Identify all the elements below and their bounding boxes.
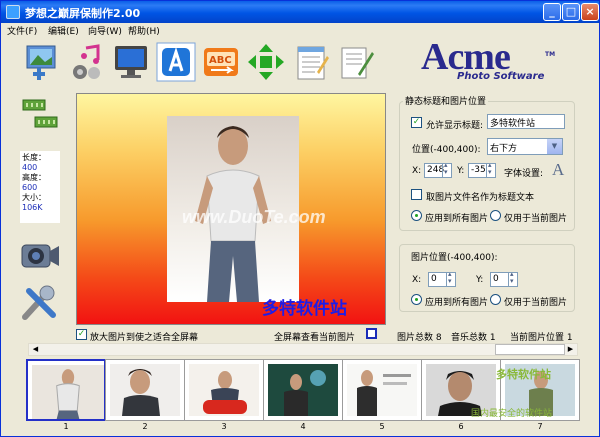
thumbnail-scrollbar[interactable]: ◀ ▶ [28, 343, 578, 356]
height-value: 600 [22, 183, 38, 192]
title-apply-current-radio[interactable] [490, 210, 501, 221]
thumbnail-item[interactable] [263, 359, 343, 421]
spin-arrows-icon[interactable] [442, 164, 451, 177]
svg-text:ABC: ABC [209, 55, 232, 66]
thumbnail-item[interactable] [26, 359, 106, 421]
current-picture-position: 当前图片位置 1 [510, 333, 573, 343]
camera-icon[interactable] [19, 237, 61, 275]
total-music: 音乐总数 1 [451, 333, 496, 343]
font-settings-label: 字体设置: [504, 169, 544, 179]
image-apply-current-label: 仅用于当前图片 [504, 298, 568, 308]
close-button[interactable]: × [581, 3, 599, 21]
title-apply-all-label: 应用到所有图片 [425, 214, 489, 224]
minimize-button[interactable]: _ [543, 3, 561, 21]
image-apply-all-label: 应用到所有图片 [425, 298, 489, 308]
total-pictures: 图片总数 8 [397, 333, 442, 343]
thumbnail-number: 3 [221, 422, 227, 431]
length-value: 400 [22, 163, 38, 172]
spin-arrows-icon[interactable] [446, 273, 455, 286]
site-watermark-tagline: 国内最安全的软件站 [471, 409, 553, 419]
title-apply-all-radio[interactable] [411, 210, 422, 221]
thumbnail-item[interactable] [342, 359, 422, 421]
scroll-thumb[interactable] [495, 344, 565, 355]
title-apply-current-label: 仅用于当前图片 [504, 214, 568, 224]
title-bar: 梦想之巅屏保制作2.00 _ □ × [1, 1, 599, 23]
position-label: 位置(-400,400): [412, 145, 481, 155]
image-y-stepper[interactable]: 0 [490, 272, 518, 287]
preview-caption: 多特软件站 [262, 299, 347, 318]
text-a-icon[interactable] [156, 42, 196, 82]
window-title: 梦想之巅屏保制作2.00 [25, 7, 141, 20]
monitor-icon[interactable] [111, 42, 151, 82]
show-title-checkbox[interactable]: ✓ [411, 117, 422, 128]
spin-arrows-icon[interactable] [486, 164, 495, 177]
image-x-label: X: [412, 275, 422, 285]
preview-watermark: www.DuoTe.com [182, 207, 326, 227]
size-label: 大小： [22, 193, 46, 202]
thumbnail-item[interactable] [105, 359, 185, 421]
fullscreen-view-button[interactable] [366, 328, 377, 339]
title-group-legend: 静态标题和图片位置 [403, 94, 489, 107]
music-track-icon[interactable] [21, 97, 61, 133]
scroll-right-icon[interactable]: ▶ [564, 344, 577, 355]
title-text-input[interactable]: 多特软件站 [487, 114, 565, 129]
enlarge-checkbox[interactable]: ✓ [76, 329, 87, 340]
image-group-legend: 图片位置(-400,400): [409, 250, 500, 263]
title-x-label: X: [412, 166, 422, 176]
size-value: 106K [22, 203, 43, 212]
font-settings-button[interactable]: A [552, 160, 564, 180]
image-apply-current-radio[interactable] [490, 294, 501, 305]
thumbnail-number: 6 [458, 422, 464, 431]
app-window: 梦想之巅屏保制作2.00 _ □ × 文件(F) 编辑(E) 向导(W) 帮助(… [0, 0, 600, 437]
show-title-label: 允许显示标题: [426, 121, 484, 131]
position-select-value: 右下方 [490, 144, 518, 154]
chevron-down-icon[interactable]: ▼ [547, 139, 562, 154]
spin-arrows-icon[interactable] [508, 273, 517, 286]
image-x-value: 0 [431, 274, 437, 284]
thumbnail-number: 2 [142, 422, 148, 431]
add-photo-icon[interactable] [21, 42, 61, 82]
site-watermark: 多特软件站 [496, 368, 551, 381]
move-arrows-icon[interactable] [246, 42, 286, 82]
scroll-left-icon[interactable]: ◀ [29, 344, 42, 355]
image-y-label: Y: [476, 275, 484, 285]
maximize-button[interactable]: □ [562, 3, 580, 21]
notepad-icon[interactable] [291, 42, 331, 82]
title-x-stepper[interactable]: 248 [424, 163, 452, 178]
music-icon[interactable] [66, 42, 106, 82]
fullscreen-label: 全屏幕查看当前图片 [274, 333, 356, 343]
logo-subtitle: Photo Software [457, 71, 545, 82]
use-filename-label: 取图片文件名作为标题文本 [426, 193, 535, 203]
image-info-panel: 长度： 400 高度： 600 大小： 106K [20, 151, 60, 223]
image-apply-all-radio[interactable] [411, 294, 422, 305]
tools-icon[interactable] [19, 283, 61, 323]
title-y-value: -35 [471, 165, 486, 175]
image-x-stepper[interactable]: 0 [428, 272, 456, 287]
title-y-label: Y: [457, 166, 465, 176]
thumbnail-item[interactable] [184, 359, 264, 421]
height-label: 高度： [22, 173, 46, 182]
position-select[interactable]: 右下方 ▼ [487, 138, 563, 155]
app-icon [6, 5, 20, 19]
thumbnail-number: 5 [379, 422, 385, 431]
abc-icon[interactable]: ABC [201, 42, 241, 82]
acme-logo: Acme TM Photo Software [421, 36, 571, 83]
menu-edit[interactable]: 编辑(E) [48, 24, 79, 37]
preview-area: www.DuoTe.com 多特软件站 [76, 93, 386, 325]
document-edit-icon[interactable] [336, 42, 376, 82]
thumbnail-number: 7 [537, 422, 543, 431]
length-label: 长度： [22, 153, 46, 162]
image-y-value: 0 [493, 274, 499, 284]
thumbnail-number: 1 [63, 422, 69, 431]
menu-help[interactable]: 帮助(H) [128, 24, 160, 37]
enlarge-label: 放大图片到使之适合全屏幕 [90, 333, 199, 343]
logo-tm: TM [545, 51, 556, 58]
menu-wizard[interactable]: 向导(W) [88, 24, 122, 37]
use-filename-checkbox[interactable] [411, 189, 422, 200]
menu-file[interactable]: 文件(F) [7, 24, 37, 37]
thumbnail-number: 4 [300, 422, 306, 431]
title-y-stepper[interactable]: -35 [468, 163, 496, 178]
